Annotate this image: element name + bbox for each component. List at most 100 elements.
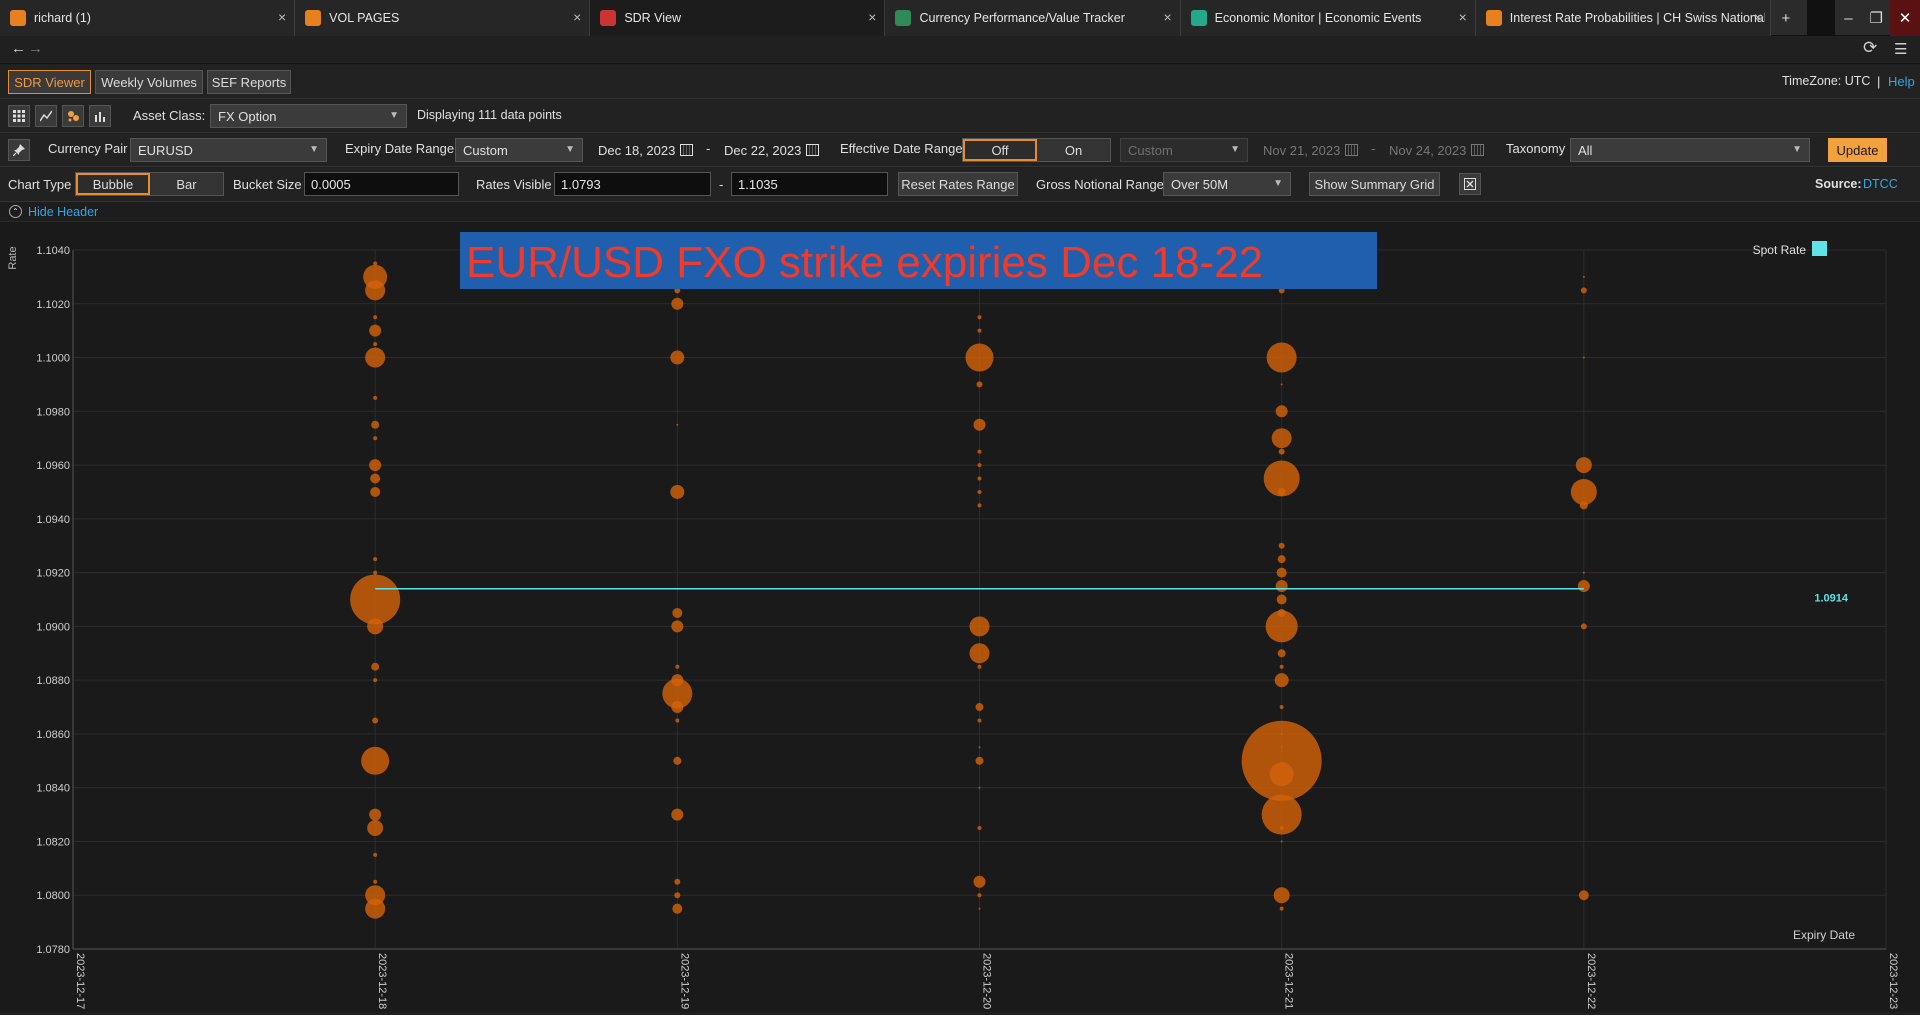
help-link[interactable]: Help [1888,74,1915,89]
bubble-point[interactable] [371,662,380,671]
bubble-point[interactable] [975,756,984,765]
browser-tab[interactable]: Economic Monitor | Economic Events × [1180,0,1476,36]
bubble-point[interactable] [367,820,384,837]
bubble-point[interactable] [978,786,981,789]
bubble-point[interactable] [1275,580,1288,593]
bubble-point[interactable] [1582,356,1585,359]
effective-on-button[interactable]: On [1037,139,1110,161]
effective-from-date[interactable]: Nov 21, 2023 [1263,138,1359,162]
bubble-point[interactable] [365,280,386,301]
bubble-point[interactable] [977,328,982,333]
bubble-point[interactable] [373,852,378,857]
bubble-point[interactable] [976,381,983,388]
bubble-point[interactable] [977,664,982,669]
calendar-icon[interactable] [680,144,694,156]
bubble-point[interactable] [1271,428,1292,449]
bubble-point[interactable] [1277,487,1286,496]
bubble-point[interactable] [373,570,378,575]
bubble-point[interactable] [673,756,682,765]
bubble-point[interactable] [1266,342,1297,373]
bubble-point[interactable] [670,484,685,499]
restore-window-button[interactable]: ❐ [1862,0,1890,36]
bubble-point[interactable] [977,503,982,508]
bubble-point[interactable] [365,347,386,368]
bubble-point[interactable] [977,315,982,320]
bubble-point[interactable] [1570,478,1597,505]
close-tab-icon[interactable]: × [573,9,581,25]
close-tab-icon[interactable]: × [278,9,286,25]
bubble-point[interactable] [675,718,680,723]
bubble-point[interactable] [675,664,680,669]
pin-icon[interactable] [8,139,30,161]
bubble-point[interactable] [978,907,981,910]
bubble-point[interactable] [672,903,683,914]
bubble-point[interactable] [369,808,382,821]
hide-header-link[interactable]: Hide Header [28,205,98,219]
grid-view-icon[interactable] [8,105,30,127]
bubble-point[interactable] [1269,762,1294,787]
bubble-point[interactable] [1580,287,1587,294]
close-window-button[interactable]: ✕ [1890,0,1920,36]
tab-sdr-viewer[interactable]: SDR Viewer [8,70,91,94]
bubble-point[interactable] [371,420,380,429]
bubble-point[interactable] [1278,448,1285,455]
bucket-size-input[interactable]: 0.0005 [304,172,459,196]
bubble-point[interactable] [350,574,401,625]
bubble-point[interactable] [373,879,378,884]
bubble-point[interactable] [973,875,986,888]
bubble-point[interactable] [977,489,982,494]
menu-icon[interactable]: ☰ [1894,40,1907,58]
source-link[interactable]: DTCC [1863,177,1898,191]
bubble-point[interactable] [969,616,990,637]
bubble-point[interactable] [370,486,381,497]
bubble-point[interactable] [672,607,683,618]
bubble-button[interactable]: Bubble [76,173,150,195]
calendar-icon[interactable] [1345,144,1359,156]
bubble-point[interactable] [369,459,382,472]
bubble-point[interactable] [1276,594,1287,605]
browser-tab[interactable]: Currency Performance/Value Tracker × [885,0,1181,36]
bubble-point[interactable] [1278,542,1285,549]
effective-off-button[interactable]: Off [963,139,1037,161]
bubble-point[interactable] [373,557,378,562]
bubble-point[interactable] [671,297,684,310]
bubble-point[interactable] [977,449,982,454]
bubble-point[interactable] [674,892,681,899]
bubble-point[interactable] [1277,649,1286,658]
bubble-point[interactable] [369,324,382,337]
bubble-point[interactable] [1279,664,1284,669]
gross-notional-select[interactable]: Over 50M ▼ [1163,172,1291,196]
tab-weekly-volumes[interactable]: Weekly Volumes [95,70,203,94]
bubble-point[interactable] [373,436,378,441]
bar-chart-icon[interactable] [89,105,111,127]
browser-tab[interactable]: richard (1) × [0,0,296,36]
bubble-point[interactable] [372,717,379,724]
bubble-point[interactable] [1274,673,1289,688]
bubble-point[interactable] [977,826,982,831]
bubble-point[interactable] [365,898,386,919]
refresh-icon[interactable]: ⟳ [1863,38,1877,58]
back-arrow-icon[interactable]: ← [11,40,26,57]
export-excel-icon[interactable] [1459,173,1481,195]
bubble-point[interactable] [676,423,679,426]
rates-max-input[interactable]: 1.1035 [731,172,888,196]
browser-tab[interactable]: Interest Rate Probabilities | CH Swiss N… [1475,0,1771,36]
browser-tab[interactable]: VOL PAGES × [295,0,591,36]
bubble-point[interactable] [671,808,684,821]
bubble-point[interactable] [1273,887,1290,904]
taxonomy-select[interactable]: All ▼ [1570,138,1810,162]
update-button[interactable]: Update [1828,138,1887,162]
bubble-point[interactable] [969,643,990,664]
expiry-range-select[interactable]: Custom ▼ [455,138,583,162]
bar-button[interactable]: Bar [150,173,223,195]
close-tab-icon[interactable]: × [868,9,876,25]
bubble-point[interactable] [674,878,681,885]
calendar-icon[interactable] [806,144,820,156]
calendar-icon[interactable] [1471,144,1485,156]
bubble-point[interactable] [977,718,982,723]
bubble-chart-icon[interactable] [62,105,84,127]
effective-to-date[interactable]: Nov 24, 2023 [1389,138,1485,162]
bubble-point[interactable] [1276,567,1287,578]
reset-rates-range-button[interactable]: Reset Rates Range [898,172,1018,196]
tab-sef-reports[interactable]: SEF Reports [207,70,291,94]
